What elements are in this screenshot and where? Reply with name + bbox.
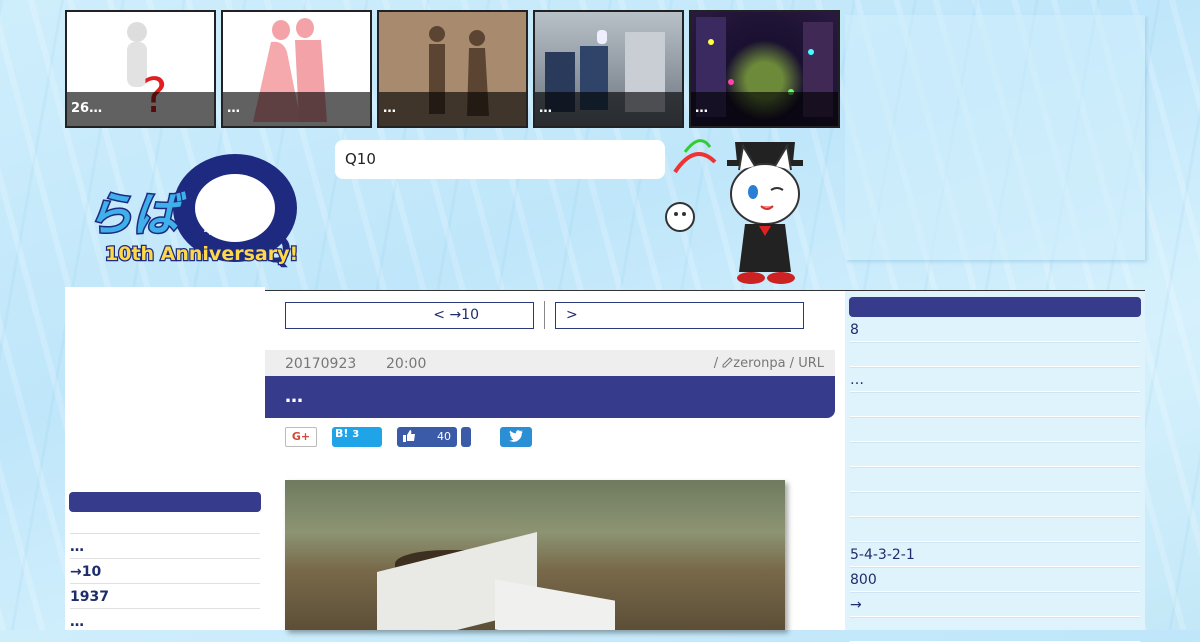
facebook-like-button[interactable]: 40 [397, 427, 457, 447]
thumbnail-4[interactable]: … [533, 10, 684, 128]
thumbnail-2[interactable]: … [221, 10, 372, 128]
right-link[interactable] [850, 417, 1140, 442]
logo-main-text: らば [87, 187, 187, 241]
left-link[interactable]: →10 [70, 558, 260, 583]
article-meta: 20170923 20:00 / zeronpa / URL [265, 350, 835, 378]
left-sidebar-links: … →10 1937 … [70, 533, 260, 633]
right-link[interactable] [850, 342, 1140, 367]
search-text: Q10 [345, 150, 376, 168]
permalink[interactable]: URL [798, 356, 824, 371]
right-sidebar-heading [849, 297, 1141, 317]
hatena-count: 3 [352, 429, 360, 440]
right-link[interactable]: 800 [850, 567, 1140, 592]
thumbnail-1[interactable]: ? 26… [65, 10, 216, 128]
left-sidebar: … →10 1937 … [65, 287, 265, 630]
article-author-info: / zeronpa / URL [713, 356, 824, 371]
left-link[interactable]: … [70, 608, 260, 633]
twitter-share-button[interactable] [500, 427, 532, 447]
next-article-button[interactable]: > [555, 302, 804, 329]
article-title: … [265, 376, 835, 418]
right-sidebar-links: 8 … 5-4-3-2-1 800 → [850, 317, 1140, 642]
facebook-like-count: 40 [437, 430, 451, 443]
pencil-icon [722, 357, 733, 368]
search-box[interactable]: Q10 [335, 140, 665, 179]
right-sidebar: 8 … 5-4-3-2-1 800 → [845, 291, 1145, 642]
right-link[interactable]: … [850, 367, 1140, 392]
article-date: 20170923 [285, 356, 357, 372]
logo-graphic: Q らば キュー 10th Anniversary! [86, 154, 299, 271]
photo-box [495, 579, 615, 630]
right-link[interactable]: → [850, 592, 1140, 617]
thumbnail-5[interactable]: … [689, 10, 840, 128]
thumbnail-3[interactable]: … [377, 10, 528, 128]
nav-divider [544, 301, 545, 329]
thumbnail-caption: 26… [67, 92, 214, 126]
gplus-share-button[interactable]: G+ [285, 427, 317, 447]
thumbnail-caption: … [379, 92, 526, 126]
anniversary-badge: 10th Anniversary! [105, 243, 298, 265]
author-link[interactable]: zeronpa [733, 356, 785, 371]
thumbnail-caption: … [223, 92, 370, 126]
featured-thumbnails: ? 26… … … … [65, 10, 840, 128]
left-link[interactable]: 1937 [70, 583, 260, 608]
hatena-label: B! [335, 427, 349, 440]
right-link[interactable] [850, 492, 1140, 517]
hatena-bookmark-button[interactable]: B! 3 [332, 427, 382, 447]
right-link[interactable] [850, 392, 1140, 417]
right-link[interactable] [850, 517, 1140, 542]
site-logo[interactable]: Q らば キュー 10th Anniversary! [85, 150, 307, 271]
right-link[interactable] [850, 467, 1140, 492]
header-side-panel [845, 15, 1145, 260]
thumbs-up-icon [403, 430, 415, 442]
right-link[interactable]: 5-4-3-2-1 [850, 542, 1140, 567]
main-content: < →10 > 20170923 20:00 / zeronpa / URL …… [265, 291, 845, 630]
mascot-cat-icon [655, 132, 825, 287]
right-link[interactable]: 8 [850, 317, 1140, 342]
twitter-icon [509, 430, 523, 442]
thumbnail-caption: … [691, 92, 838, 126]
facebook-share-button[interactable] [461, 427, 471, 447]
article-photo [285, 480, 785, 630]
left-link[interactable]: … [70, 533, 260, 558]
right-link[interactable] [850, 442, 1140, 467]
thumbnail-caption: … [535, 92, 682, 126]
logo-sub-text: キュー [203, 223, 239, 237]
article-time: 20:00 [386, 356, 427, 372]
left-sidebar-heading [69, 492, 261, 512]
prev-article-button[interactable]: < →10 [285, 302, 534, 329]
